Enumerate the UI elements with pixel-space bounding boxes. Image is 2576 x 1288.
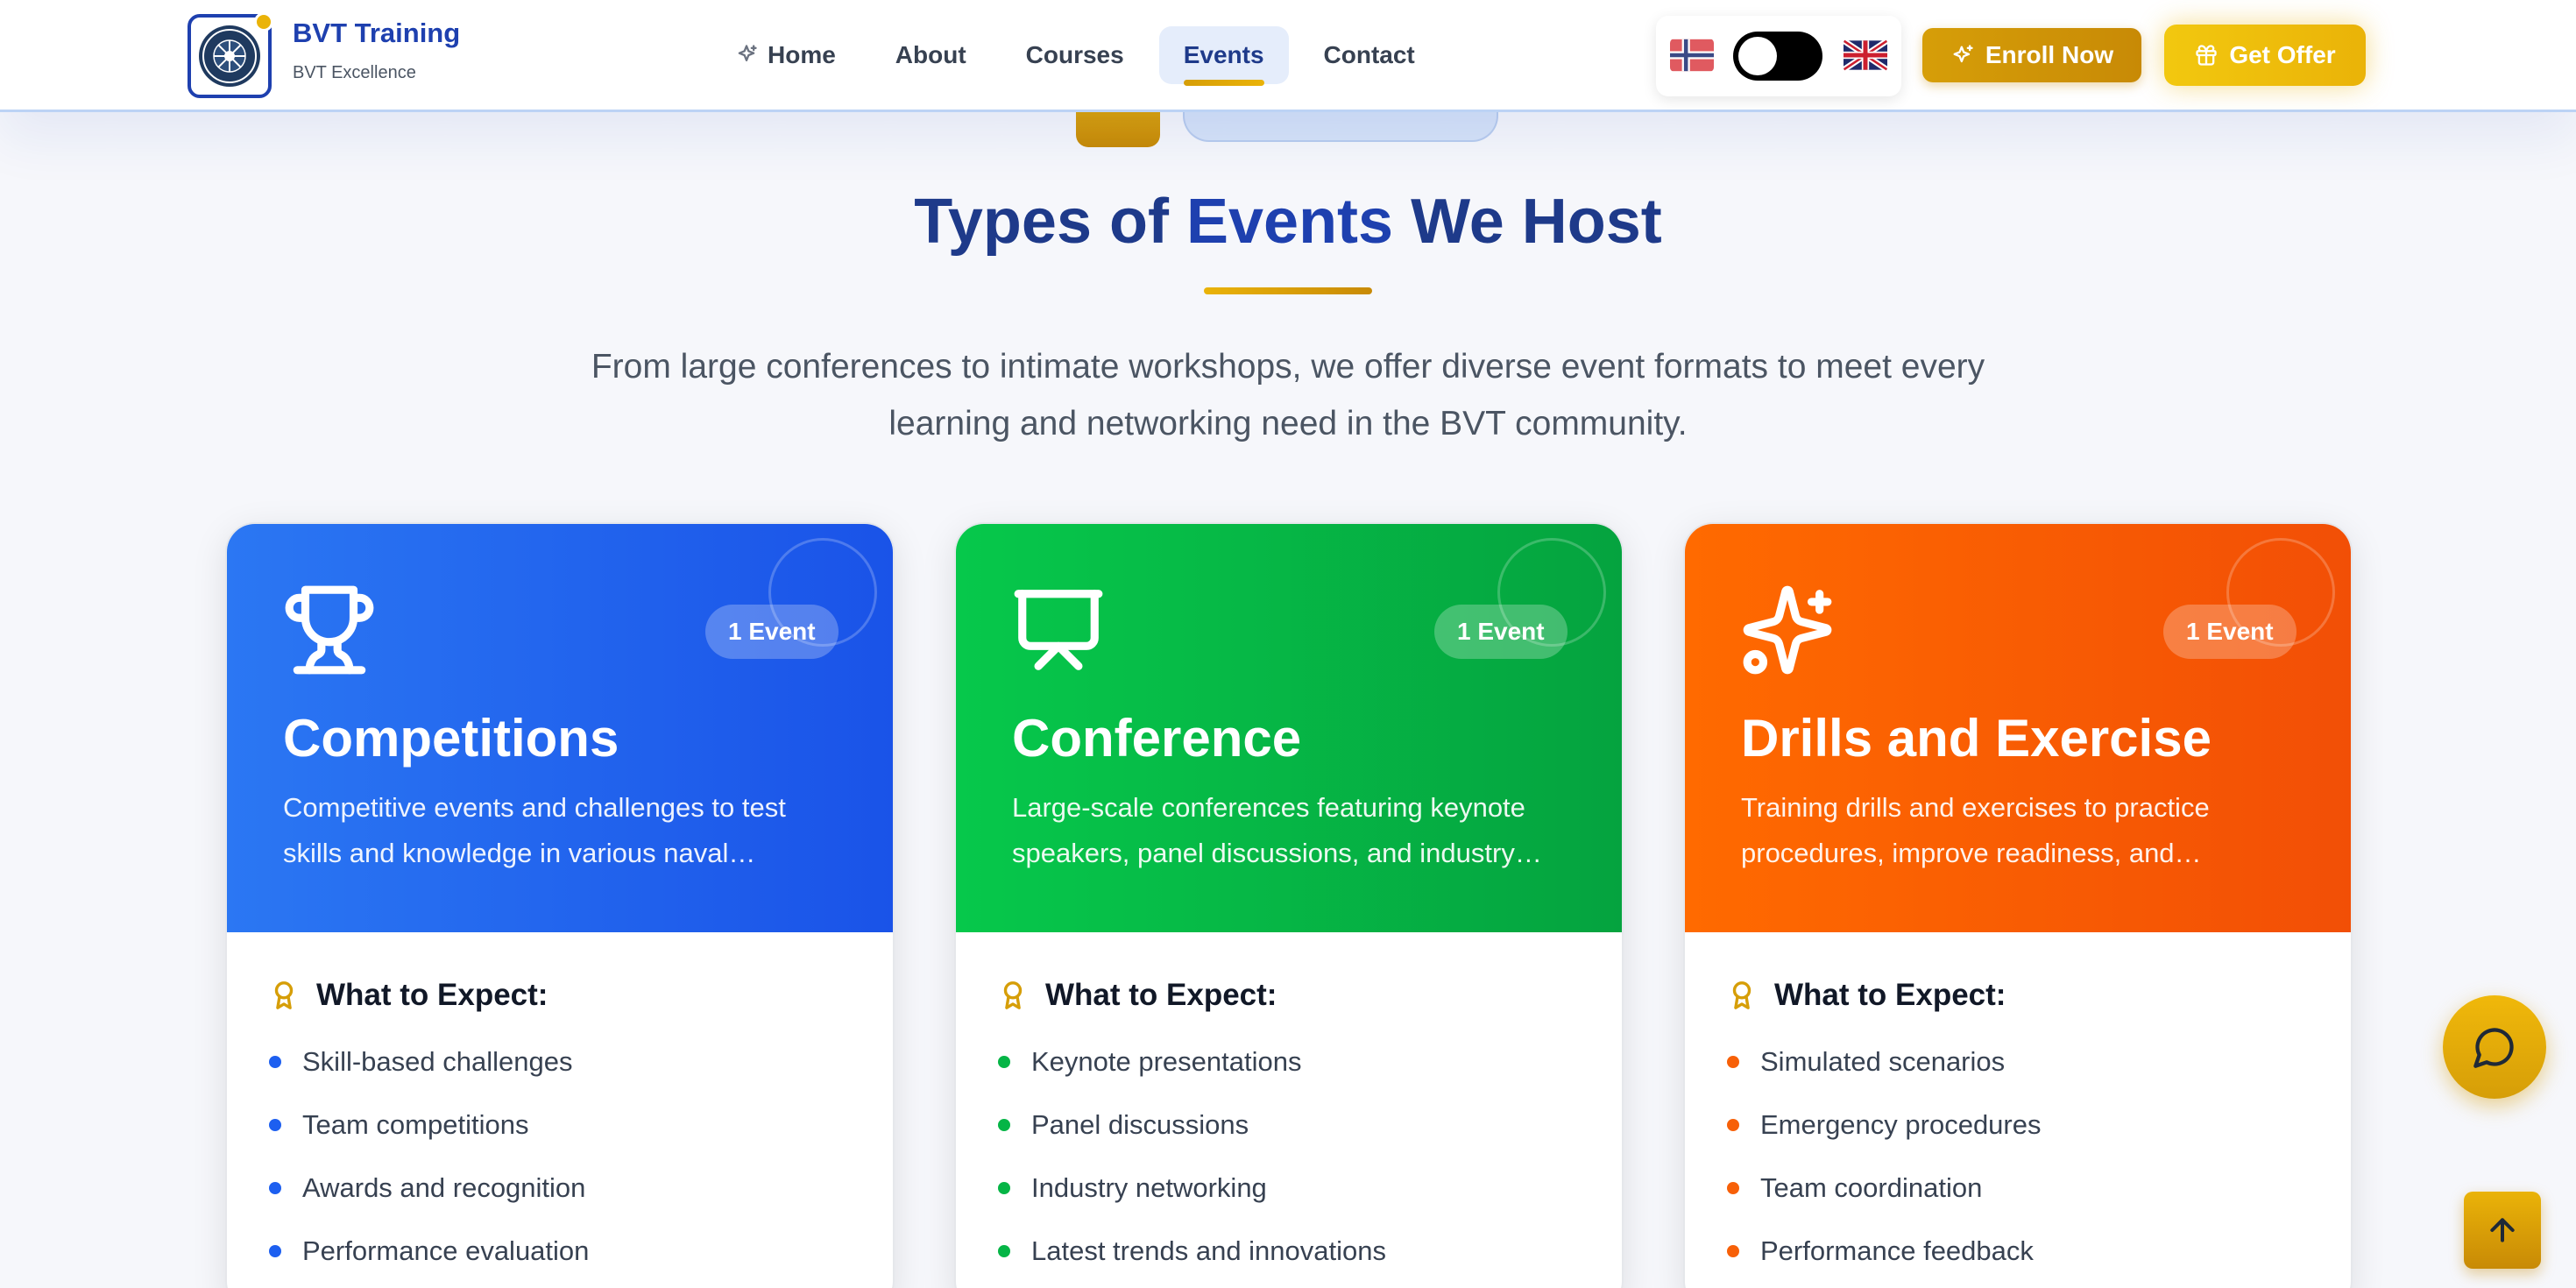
list-item: Performance feedback <box>1727 1220 2042 1283</box>
arrow-up-icon <box>2490 1218 2515 1242</box>
norway-flag-icon[interactable] <box>1670 39 1714 72</box>
expect-list: Simulated scenarios Emergency procedures… <box>1727 1030 2042 1283</box>
sparkles-icon <box>738 45 757 62</box>
sparkles-icon <box>1743 585 1832 675</box>
expect-heading: What to Expect: <box>1727 978 2006 1013</box>
site-header: BVT Training BVT Excellence Home About C… <box>0 0 2576 112</box>
event-count-badge: 1 Event <box>705 605 839 659</box>
card-description: Training drills and exercises to practic… <box>1741 792 2210 868</box>
title-underline <box>1204 287 1372 294</box>
card-header: 1 Event Competitions Competitive events … <box>227 524 893 932</box>
chat-button[interactable] <box>2443 995 2546 1099</box>
card-title: Conference <box>1012 709 1302 768</box>
section-title: Types of Events We Host <box>914 187 1662 257</box>
section-description: From large conferences to intimate works… <box>591 348 1985 442</box>
uk-flag-icon[interactable] <box>1844 39 1887 72</box>
card-header: 1 Event Conference Large-scale conferenc… <box>956 524 1622 932</box>
trophy-icon <box>285 585 374 675</box>
toggle-knob <box>1738 37 1777 75</box>
nav-courses[interactable]: Courses <box>1001 26 1149 84</box>
expect-heading: What to Expect: <box>998 978 1277 1013</box>
list-item: Performance evaluation <box>269 1220 589 1283</box>
nav-events-label: Events <box>1183 41 1264 68</box>
nav-events[interactable]: Events <box>1158 26 1289 86</box>
event-count-badge: 1 Event <box>2163 605 2296 659</box>
list-item: Keynote presentations <box>998 1030 1386 1093</box>
nav-about-label: About <box>895 41 966 68</box>
nav-home-label: Home <box>768 41 836 68</box>
nav-contact[interactable]: Contact <box>1299 26 1440 84</box>
logo-status-dot <box>254 12 273 32</box>
nav-contact-label: Contact <box>1323 41 1415 68</box>
event-count-badge: 1 Event <box>1434 605 1568 659</box>
enroll-now-label: Enroll Now <box>1985 41 2114 68</box>
list-item: Skill-based challenges <box>269 1030 589 1093</box>
expect-list: Skill-based challenges Team competitions… <box>269 1030 589 1283</box>
event-card-conference[interactable]: 1 Event Conference Large-scale conferenc… <box>954 522 1624 1288</box>
message-circle-icon <box>2473 1028 2514 1068</box>
brand-logo[interactable] <box>188 12 273 98</box>
get-offer-button[interactable]: Get Offer <box>2164 25 2366 86</box>
language-switcher <box>1656 16 1901 96</box>
brand-subtitle: BVT Excellence <box>293 63 416 82</box>
main-nav: Home About Courses Events Contact <box>710 26 1450 86</box>
nav-about[interactable]: About <box>871 26 991 84</box>
brand-title[interactable]: BVT Training <box>293 18 460 49</box>
list-item: Latest trends and innovations <box>998 1220 1386 1283</box>
award-icon <box>274 981 294 1009</box>
list-item: Team coordination <box>1727 1157 2042 1220</box>
presentation-icon <box>1014 590 1103 670</box>
enroll-now-button[interactable]: Enroll Now <box>1922 28 2141 82</box>
list-item: Team competitions <box>269 1093 589 1157</box>
card-header: 1 Event Drills and Exercise Training dri… <box>1685 524 2351 932</box>
list-item: Awards and recognition <box>269 1157 589 1220</box>
event-card-drills[interactable]: 1 Event Drills and Exercise Training dri… <box>1683 522 2353 1288</box>
card-title: Drills and Exercise <box>1741 709 2212 768</box>
list-item: Industry networking <box>998 1157 1386 1220</box>
language-toggle[interactable] <box>1733 32 1822 81</box>
scroll-to-top-button[interactable] <box>2464 1192 2541 1269</box>
nav-courses-label: Courses <box>1025 41 1124 68</box>
get-offer-label: Get Offer <box>2229 41 2336 68</box>
nav-home[interactable]: Home <box>710 26 860 84</box>
list-item: Panel discussions <box>998 1093 1386 1157</box>
list-item: Simulated scenarios <box>1727 1030 2042 1093</box>
expect-heading: What to Expect: <box>269 978 548 1013</box>
logo-emblem-icon <box>199 25 260 87</box>
gift-icon <box>2196 45 2217 66</box>
event-card-competitions[interactable]: 1 Event Competitions Competitive events … <box>225 522 895 1288</box>
card-description: Large-scale conferences featuring keynot… <box>1012 792 1525 868</box>
expect-list: Keynote presentations Panel discussions … <box>998 1030 1386 1283</box>
card-title: Competitions <box>283 709 619 768</box>
award-icon <box>1732 981 1752 1009</box>
card-description: Competitive events and challenges to tes… <box>283 792 786 868</box>
list-item: Emergency procedures <box>1727 1093 2042 1157</box>
sparkles-icon <box>1953 45 1973 63</box>
award-icon <box>1003 981 1023 1009</box>
